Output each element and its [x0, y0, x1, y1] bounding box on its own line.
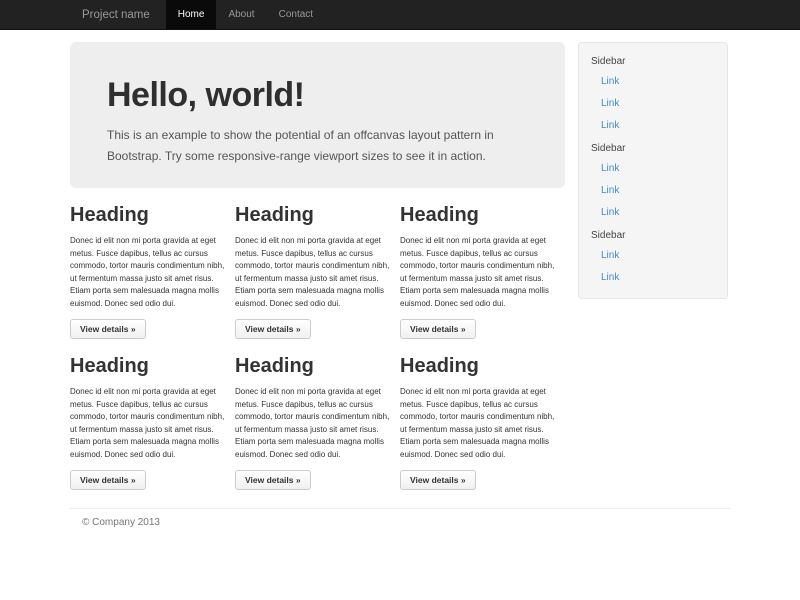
nav-item-home[interactable]: Home [166, 0, 217, 29]
sidebar-link[interactable]: Link [579, 93, 727, 115]
card-heading: Heading [235, 354, 390, 378]
sidebar-group-header: Sidebar [579, 224, 727, 245]
page: Project name Home About Contact Hello, w… [0, 0, 800, 600]
sidebar-column: Sidebar Link Link Link Sidebar Link Link… [565, 30, 730, 490]
card-6: Heading Donec id elit non mi porta gravi… [400, 339, 565, 490]
sidebar-link[interactable]: Link [579, 202, 727, 224]
nav-item-contact[interactable]: Contact [267, 0, 325, 29]
card-2: Heading Donec id elit non mi porta gravi… [235, 188, 400, 339]
card-heading: Heading [70, 203, 225, 227]
card-text: Donec id elit non mi porta gravida at eg… [400, 235, 555, 310]
sidebar-group-header: Sidebar [579, 137, 727, 158]
navbar: Project name Home About Contact [0, 0, 800, 30]
footer: © Company 2013 [70, 517, 730, 528]
card-5: Heading Donec id elit non mi porta gravi… [235, 339, 400, 490]
navbar-inner: Project name Home About Contact [70, 0, 730, 29]
sidebar: Sidebar Link Link Link Sidebar Link Link… [578, 42, 728, 299]
card-4: Heading Donec id elit non mi porta gravi… [70, 339, 235, 490]
view-details-button[interactable]: View details » [400, 470, 476, 490]
jumbotron: Hello, world! This is an example to show… [70, 42, 565, 188]
card-text: Donec id elit non mi porta gravida at eg… [400, 386, 555, 461]
card-text: Donec id elit non mi porta gravida at eg… [235, 235, 390, 310]
card-text: Donec id elit non mi porta gravida at eg… [70, 386, 225, 461]
sidebar-link[interactable]: Link [579, 158, 727, 180]
jumbotron-title: Hello, world! [107, 75, 528, 115]
footer-divider [70, 508, 730, 509]
card-heading: Heading [400, 354, 555, 378]
sidebar-link[interactable]: Link [579, 180, 727, 202]
view-details-button[interactable]: View details » [235, 470, 311, 490]
view-details-button[interactable]: View details » [400, 319, 476, 339]
sidebar-link[interactable]: Link [579, 115, 727, 137]
card-3: Heading Donec id elit non mi porta gravi… [400, 188, 565, 339]
view-details-button[interactable]: View details » [235, 319, 311, 339]
sidebar-link[interactable]: Link [579, 71, 727, 93]
view-details-button[interactable]: View details » [70, 319, 146, 339]
card-1: Heading Donec id elit non mi porta gravi… [70, 188, 235, 339]
view-details-button[interactable]: View details » [70, 470, 146, 490]
main-column: Hello, world! This is an example to show… [70, 30, 565, 490]
content-container: Hello, world! This is an example to show… [70, 30, 730, 528]
copyright-text: © Company 2013 [70, 517, 730, 528]
card-text: Donec id elit non mi porta gravida at eg… [235, 386, 390, 461]
sidebar-group-header: Sidebar [579, 50, 727, 71]
cards-grid: Heading Donec id elit non mi porta gravi… [70, 188, 565, 490]
card-heading: Heading [70, 354, 225, 378]
sidebar-link[interactable]: Link [579, 245, 727, 267]
sidebar-link[interactable]: Link [579, 267, 727, 289]
content-row: Hello, world! This is an example to show… [70, 30, 730, 490]
navbar-menu: Home About Contact [166, 0, 325, 29]
card-heading: Heading [235, 203, 390, 227]
navbar-brand[interactable]: Project name [70, 0, 166, 29]
nav-item-about[interactable]: About [216, 0, 266, 29]
card-text: Donec id elit non mi porta gravida at eg… [70, 235, 225, 310]
jumbotron-text: This is an example to show the potential… [107, 125, 528, 167]
card-heading: Heading [400, 203, 555, 227]
